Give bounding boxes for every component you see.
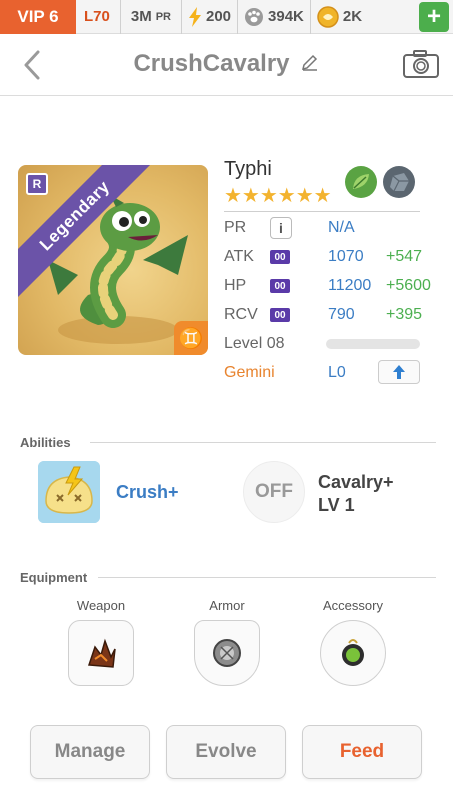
equipment-heading: Equipment: [20, 570, 88, 585]
ability-2-level: LV 1: [318, 495, 355, 515]
pr-value: N/A: [328, 219, 355, 236]
equipment-rule: [98, 577, 436, 578]
rcv-label: RCV: [224, 306, 258, 323]
energy-resource: 200: [182, 0, 239, 34]
weapon-icon: [87, 638, 116, 668]
evolve-button[interactable]: Evolve: [166, 725, 286, 779]
abilities-rule: [90, 442, 436, 443]
ability-2-name: Cavalry+: [318, 472, 394, 492]
add-currency-button[interactable]: +: [419, 1, 449, 32]
monster-portrait[interactable]: Legendary R ♊: [18, 165, 208, 355]
page-title: CrushCavalry: [133, 50, 290, 77]
crush-ability-icon[interactable]: [38, 461, 100, 523]
rcv-bonus: +395: [386, 306, 423, 323]
coin-resource: 2K: [311, 0, 368, 34]
leaf-icon: [345, 166, 377, 198]
level-label: Level 08: [224, 335, 285, 352]
energy-count: 200: [205, 8, 232, 25]
ability-2-text: Cavalry+ LV 1: [318, 471, 394, 517]
status-bar: VIP 6 L70 3M PR 200 394K 2K +: [0, 0, 453, 34]
edit-name-button[interactable]: [300, 52, 320, 77]
zodiac-upgrade-button[interactable]: [378, 360, 420, 384]
abilities-heading: Abilities: [20, 435, 71, 450]
title-wrap: CrushCavalry: [0, 50, 453, 78]
paw-resource: 394K: [238, 0, 311, 34]
player-pr: 3M PR: [121, 0, 182, 34]
weapon-label: Weapon: [76, 598, 126, 613]
stat-row-level: Level 08: [224, 329, 436, 359]
hp-label: HP: [224, 277, 247, 294]
stat-row-rcv: RCV 00 790 +395: [224, 300, 436, 330]
camera-button[interactable]: [403, 50, 439, 83]
paw-icon: [244, 7, 264, 27]
pr-label: PR: [155, 10, 171, 23]
ability-off-label: OFF: [255, 481, 293, 502]
manage-button[interactable]: Manage: [30, 725, 150, 779]
hp-tag: 00: [270, 279, 290, 293]
stat-row-zodiac: Gemini L0: [224, 358, 436, 388]
coin-icon: [317, 5, 339, 28]
arrow-up-icon: [393, 365, 405, 379]
armor-icon: [213, 639, 241, 667]
pr-label: PR: [224, 219, 247, 236]
accessory-icon: [342, 639, 364, 666]
atk-tag: 00: [270, 250, 290, 264]
pr-value: 3M: [130, 8, 152, 25]
player-level: L70: [76, 0, 121, 34]
rcv-value: 790: [328, 306, 355, 323]
ability-1-name: Crush+: [116, 482, 179, 502]
atk-label: ATK: [224, 248, 254, 265]
zodiac-level: L0: [328, 364, 346, 381]
accessory-slot[interactable]: [320, 620, 386, 686]
weapon-slot[interactable]: [68, 620, 134, 686]
camera-icon: [403, 50, 439, 78]
zodiac-label: Gemini: [224, 364, 275, 381]
page-header: CrushCavalry: [0, 34, 453, 96]
rock-icon: [383, 166, 415, 198]
coin-count: 2K: [342, 8, 363, 25]
pencil-icon: [301, 54, 317, 71]
stat-row-atk: ATK 00 1070 +547: [224, 242, 436, 272]
stat-row-pr: PR i N/A: [224, 213, 436, 243]
armor-slot[interactable]: [194, 620, 260, 686]
stat-row-hp: HP 00 11200 +5600: [224, 271, 436, 301]
atk-value: 1070: [328, 248, 364, 265]
hp-bonus: +5600: [386, 277, 431, 294]
atk-bonus: +547: [386, 248, 423, 265]
lightning-icon: [188, 6, 202, 27]
feed-button[interactable]: Feed: [302, 725, 422, 779]
stats-divider: [224, 211, 420, 212]
level-progress-bar: [326, 339, 420, 349]
rcv-tag: 00: [270, 308, 290, 322]
element-icons: [344, 165, 416, 199]
paw-count: 394K: [268, 8, 304, 25]
cavalry-ability-icon[interactable]: OFF: [243, 461, 305, 523]
hp-value: 11200: [328, 277, 372, 294]
vip-badge[interactable]: VIP 6: [0, 0, 76, 34]
pr-info-button[interactable]: i: [270, 217, 292, 239]
accessory-label: Accessory: [323, 598, 383, 613]
gemini-icon: ♊: [174, 321, 208, 355]
rank-badge: R: [26, 173, 48, 195]
armor-label: Armor: [209, 598, 245, 613]
